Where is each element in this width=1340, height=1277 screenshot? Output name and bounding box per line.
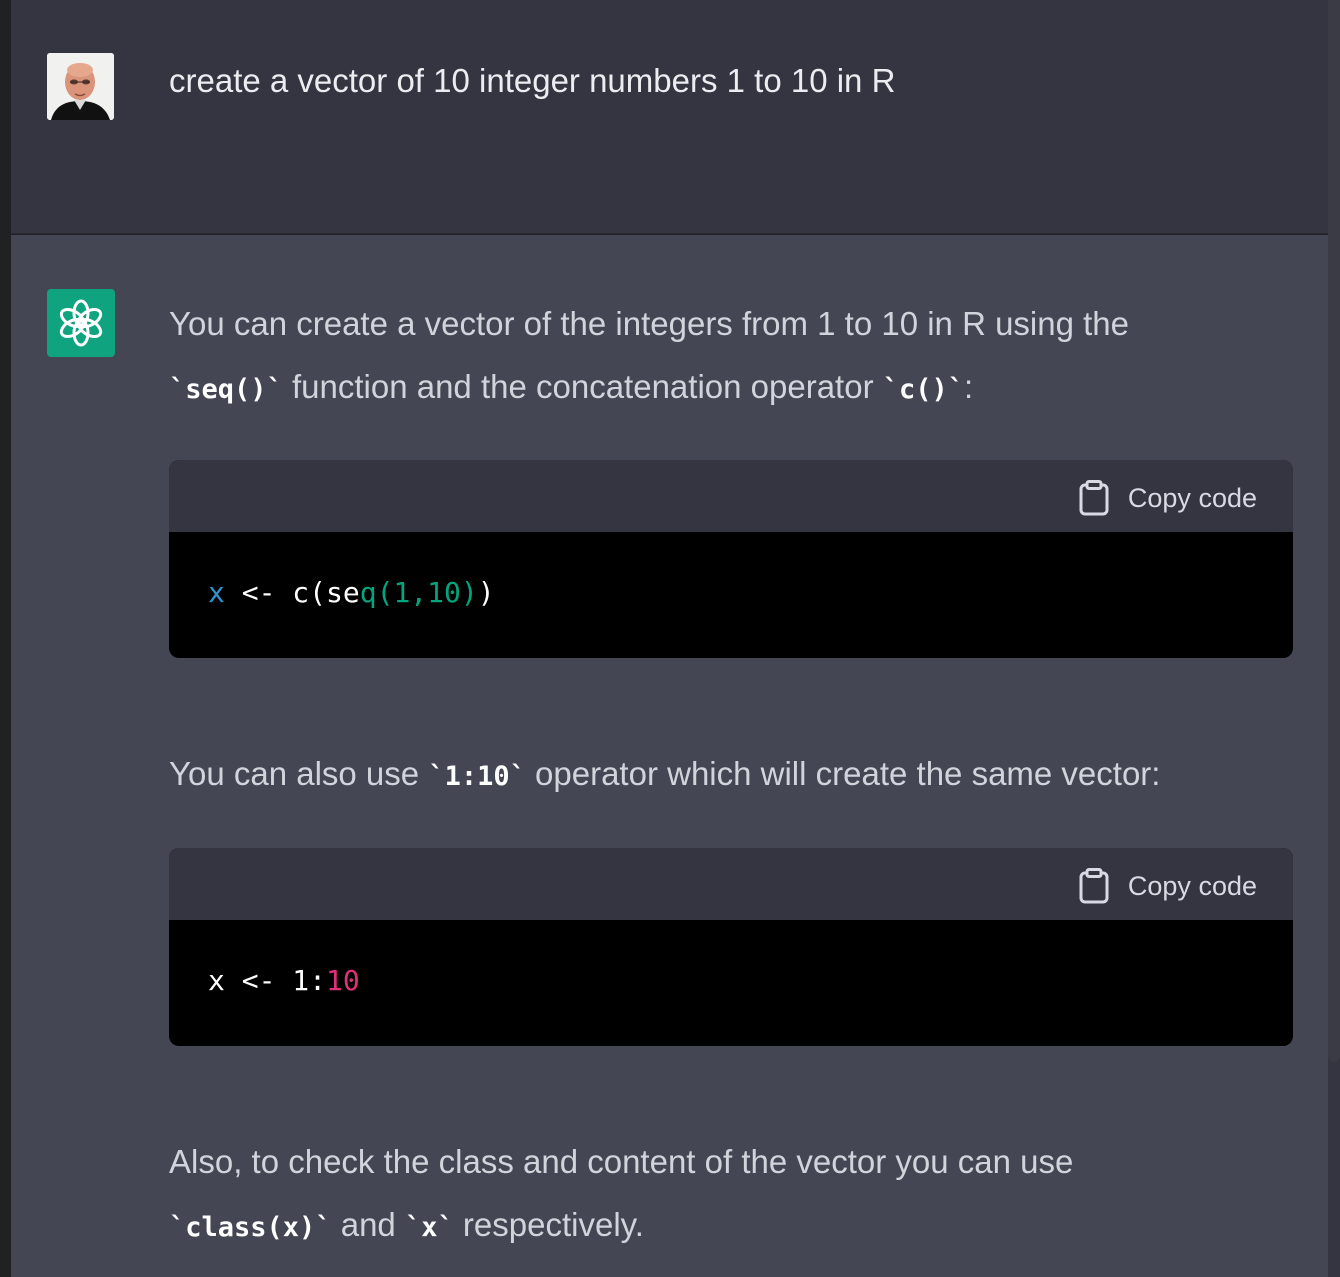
code-token: <- — [224, 576, 293, 609]
code-line: x <- c(seq(1,10)) — [208, 576, 495, 609]
paragraph-text: operator which will create the same vect… — [525, 755, 1161, 792]
copy-code-button[interactable]: Copy code — [1078, 480, 1257, 516]
user-avatar — [47, 53, 114, 120]
scrollbar-track[interactable] — [1328, 0, 1340, 1277]
copy-code-button[interactable]: Copy code — [1078, 868, 1257, 904]
code-token: x — [208, 576, 225, 609]
inline-code-seq: `seq()` — [169, 374, 283, 405]
code-token: 10 — [326, 964, 360, 997]
inline-code-c: `c()` — [882, 374, 965, 405]
code-token: q(1,10) — [359, 576, 478, 609]
scrollbar-thumb[interactable] — [1328, 0, 1340, 1062]
response-paragraph-2: You can also use `1:10` operator which w… — [169, 742, 1289, 808]
user-message-text: create a vector of 10 integer numbers 1 … — [169, 62, 896, 99]
assistant-message: You can create a vector of the integers … — [11, 235, 1328, 1277]
response-paragraph-1: You can create a vector of the integers … — [169, 292, 1289, 421]
code-block-2: Copy code x <- 1:10 — [169, 848, 1293, 1046]
code-block-header: Copy code — [169, 460, 1293, 532]
copy-code-label: Copy code — [1127, 870, 1257, 901]
code-block-header: Copy code — [169, 848, 1293, 920]
paragraph-text: : — [964, 368, 974, 405]
paragraph-text: Also, to check the class and content of … — [169, 1143, 1074, 1180]
code-token: c(se — [292, 576, 360, 609]
left-edge — [0, 0, 11, 1277]
code-block-1: Copy code x <- c(seq(1,10)) — [169, 460, 1293, 658]
inline-code-range: `1:10` — [428, 761, 526, 792]
paragraph-text: and — [331, 1206, 405, 1243]
clipboard-icon — [1079, 868, 1109, 904]
paragraph-text: function and the concatenation operator — [282, 368, 883, 405]
user-message: create a vector of 10 integer numbers 1 … — [11, 0, 1328, 234]
inline-code-x: `x` — [404, 1212, 454, 1243]
paragraph-text: You can also use — [169, 755, 429, 792]
copy-code-label: Copy code — [1127, 482, 1257, 513]
paragraph-text: You can create a vector of the integers … — [169, 305, 1130, 342]
code-token: x <- 1: — [208, 964, 327, 997]
inline-code-class: `class(x)` — [169, 1212, 332, 1243]
clipboard-icon — [1079, 480, 1109, 516]
openai-logo-icon — [47, 289, 115, 357]
code-line: x <- 1:10 — [208, 964, 360, 997]
response-paragraph-3: Also, to check the class and content of … — [169, 1130, 1289, 1259]
code-token: ) — [477, 576, 495, 609]
paragraph-text: respectively. — [453, 1206, 644, 1243]
